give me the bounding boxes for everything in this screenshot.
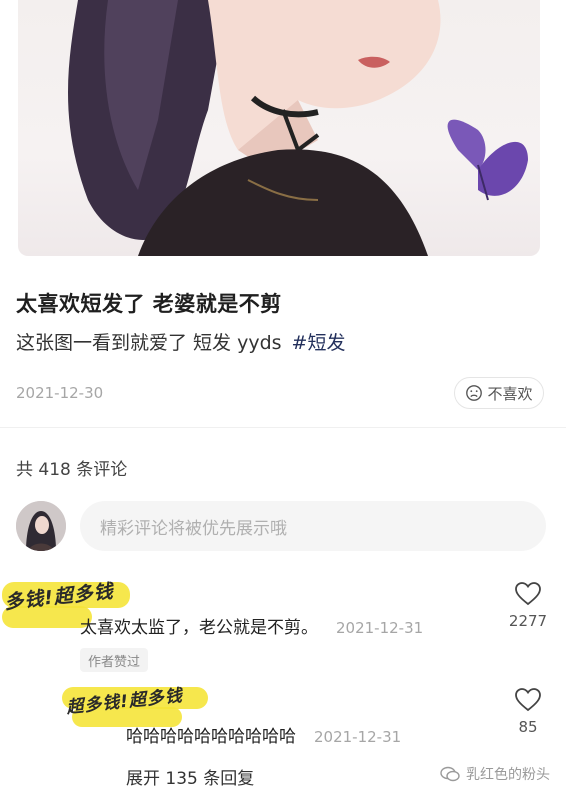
comment-input[interactable]: 精彩评论将被优先展示哦	[80, 501, 546, 551]
dislike-label: 不喜欢	[487, 384, 533, 403]
reply-text: 哈哈哈哈哈哈哈哈哈哈 2021-12-31	[126, 722, 401, 747]
sad-face-icon	[466, 385, 483, 401]
wechat-icon	[440, 766, 460, 782]
expand-replies-link[interactable]: 展开 135 条回复	[126, 764, 254, 789]
reply-like-button[interactable]: 85	[500, 688, 556, 736]
comment-body: 太喜欢太监了，老公就是不剪。	[80, 618, 318, 638]
heart-icon	[515, 582, 541, 606]
user-avatar-image	[16, 501, 66, 551]
author-liked-badge: 作者赞过	[80, 648, 149, 672]
divider	[0, 427, 566, 428]
like-count: 2277	[508, 612, 548, 630]
comment-date: 2021-12-31	[336, 619, 424, 637]
heart-icon	[515, 688, 541, 712]
post-body-text: 这张图一看到就爱了 短发 yyds	[16, 332, 282, 354]
comment-count: 共 418 条评论	[16, 460, 128, 480]
avatar[interactable]	[16, 501, 66, 551]
reply-date: 2021-12-31	[314, 728, 402, 746]
hashtag-link[interactable]: #短发	[292, 332, 346, 354]
like-button[interactable]: 2277	[500, 582, 556, 630]
post-title: 太喜欢短发了 老婆就是不剪	[16, 292, 282, 316]
post-date: 2021-12-30	[16, 384, 104, 402]
watermark: 乳红色的粉头	[440, 764, 550, 784]
post-image[interactable]	[18, 0, 540, 256]
comment-text: 太喜欢太监了，老公就是不剪。 2021-12-31	[80, 613, 423, 638]
watermark-text: 乳红色的粉头	[466, 767, 550, 783]
post-body: 这张图一看到就爱了 短发 yyds #短发	[16, 328, 345, 355]
reply-body: 哈哈哈哈哈哈哈哈哈哈	[126, 727, 296, 747]
illustration-girl-short-hair	[68, 0, 528, 256]
dislike-button[interactable]: 不喜欢	[454, 377, 544, 409]
reply-like-count: 85	[518, 718, 538, 736]
